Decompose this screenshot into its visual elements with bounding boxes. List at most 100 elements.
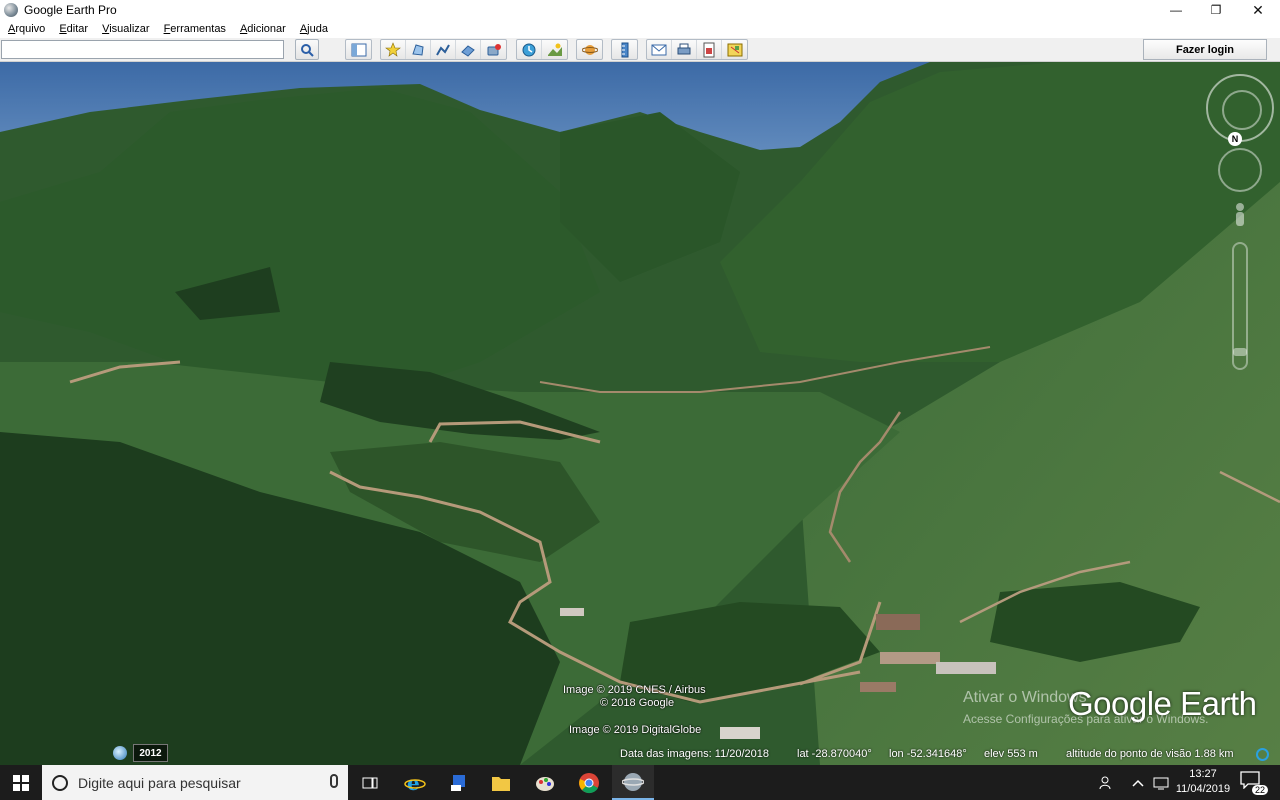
clock-date: 11/04/2019 bbox=[1175, 783, 1231, 795]
paint-taskbar-button[interactable] bbox=[524, 765, 566, 800]
task-view-button[interactable] bbox=[349, 765, 391, 800]
eye-altitude-readout: altitude do ponto de visão 1.88 km bbox=[1066, 748, 1234, 760]
svg-text:e: e bbox=[407, 772, 420, 794]
save-image-button[interactable] bbox=[697, 40, 722, 59]
latitude-readout: lat -28.870040° bbox=[797, 748, 872, 760]
image-date: Data das imagens: 11/20/2018 bbox=[620, 748, 770, 760]
view-in-maps-button[interactable] bbox=[722, 40, 747, 59]
history-icon bbox=[522, 43, 536, 56]
search-button[interactable] bbox=[295, 39, 319, 60]
save-image-icon bbox=[703, 42, 715, 57]
window-title: Google Earth Pro bbox=[24, 3, 117, 17]
add-placemark-button[interactable] bbox=[381, 40, 406, 59]
attribution-google: © 2018 Google bbox=[600, 697, 675, 709]
app-blue-icon bbox=[451, 774, 465, 791]
historical-imagery-button[interactable] bbox=[517, 40, 542, 59]
add-polygon-button[interactable] bbox=[406, 40, 431, 59]
internet-explorer-taskbar-button[interactable]: e bbox=[394, 765, 436, 800]
task-view-icon bbox=[362, 777, 378, 788]
zoom-slider-knob[interactable] bbox=[1233, 348, 1247, 356]
menu-arquivo[interactable]: Arquivo bbox=[0, 23, 51, 35]
title-bar: Google Earth Pro — ❐ ✕ bbox=[0, 0, 1280, 20]
app-taskbar-button[interactable] bbox=[438, 765, 480, 800]
notification-count-badge: 22 bbox=[1251, 785, 1268, 795]
switch-to-sky-button[interactable] bbox=[577, 40, 602, 59]
close-button[interactable]: ✕ bbox=[1238, 0, 1278, 20]
imagery-group bbox=[516, 39, 568, 60]
taskbar-search-placeholder: Digite aqui para pesquisar bbox=[78, 774, 241, 791]
image-overlay-icon bbox=[461, 44, 475, 57]
taskbar: Digite aqui para pesquisar e 13:27 11/04… bbox=[0, 765, 1280, 800]
file-explorer-taskbar-button[interactable] bbox=[480, 765, 522, 800]
print-icon bbox=[677, 43, 691, 54]
taskbar-search[interactable]: Digite aqui para pesquisar bbox=[42, 765, 348, 800]
placemark-icon bbox=[385, 41, 401, 57]
elevation-readout: elev 553 m bbox=[984, 748, 1038, 760]
add-image-overlay-button[interactable] bbox=[456, 40, 481, 59]
record-tour-button[interactable] bbox=[481, 40, 506, 59]
path-icon bbox=[436, 44, 450, 55]
ruler-group bbox=[611, 39, 638, 60]
clock-time: 13:27 bbox=[1189, 768, 1217, 780]
google-earth-icon bbox=[622, 772, 644, 791]
move-control[interactable] bbox=[1218, 148, 1262, 192]
terrain-view bbox=[0, 62, 1280, 765]
menu-editar[interactable]: Editar bbox=[51, 23, 94, 35]
menu-adicionar[interactable]: Adicionar bbox=[232, 23, 292, 35]
historical-clock-icon[interactable] bbox=[113, 746, 127, 760]
sidebar-icon bbox=[351, 43, 366, 56]
minimize-button[interactable]: — bbox=[1156, 0, 1196, 20]
planet-icon bbox=[581, 44, 598, 55]
folder-icon bbox=[492, 776, 510, 791]
login-button[interactable]: Fazer login bbox=[1143, 39, 1267, 60]
attribution-cnes: Image © 2019 CNES / Airbus bbox=[563, 684, 706, 696]
ruler-icon bbox=[621, 42, 628, 57]
polygon-icon bbox=[412, 43, 424, 56]
email-icon bbox=[651, 44, 667, 55]
street-view-pegman-icon[interactable] bbox=[1232, 202, 1248, 232]
google-earth-icon bbox=[4, 3, 18, 17]
internet-explorer-icon: e bbox=[404, 772, 426, 794]
show-hidden-icons-chevron-icon[interactable] bbox=[1128, 765, 1148, 800]
status-bar: Data das imagens: 11/20/2018 lat -28.870… bbox=[0, 745, 1280, 765]
imagery-year-badge[interactable]: 2012 bbox=[133, 744, 168, 762]
network-icon[interactable] bbox=[1150, 765, 1172, 800]
streaming-indicator-icon bbox=[1256, 748, 1269, 761]
look-control[interactable] bbox=[1206, 74, 1274, 142]
microphone-icon[interactable] bbox=[330, 774, 338, 788]
google-earth-taskbar-button[interactable] bbox=[612, 765, 654, 800]
add-path-button[interactable] bbox=[431, 40, 456, 59]
toolbar: Fazer login bbox=[0, 38, 1280, 62]
menu-bar: Arquivo Editar Visualizar Ferramentas Ad… bbox=[0, 20, 1280, 38]
search-input[interactable] bbox=[1, 40, 284, 59]
print-button[interactable] bbox=[672, 40, 697, 59]
system-clock[interactable]: 13:27 11/04/2019 bbox=[1172, 767, 1234, 797]
attribution-digitalglobe: Image © 2019 DigitalGlobe bbox=[569, 724, 702, 736]
ruler-button[interactable] bbox=[612, 40, 637, 59]
maps-icon bbox=[727, 43, 742, 56]
cortana-icon bbox=[52, 774, 68, 791]
menu-visualizar[interactable]: Visualizar bbox=[94, 23, 156, 35]
share-group bbox=[646, 39, 748, 60]
google-earth-logo: Google Earth bbox=[1068, 685, 1257, 722]
start-button[interactable] bbox=[0, 765, 42, 800]
sunlight-button[interactable] bbox=[542, 40, 567, 59]
sun-icon bbox=[547, 43, 562, 56]
email-button[interactable] bbox=[647, 40, 672, 59]
paint-palette-icon bbox=[536, 776, 554, 791]
maximize-button[interactable]: ❐ bbox=[1196, 0, 1236, 20]
action-center-button[interactable]: 22 bbox=[1240, 771, 1268, 795]
sky-group bbox=[576, 39, 603, 60]
menu-ferramentas[interactable]: Ferramentas bbox=[156, 23, 232, 35]
add-tools-group bbox=[380, 39, 507, 60]
sidebar-toggle-button[interactable] bbox=[346, 40, 371, 59]
longitude-readout: lon -52.341648° bbox=[889, 748, 967, 760]
sidebar-group bbox=[345, 39, 372, 60]
windows-logo-icon bbox=[13, 774, 29, 791]
chrome-taskbar-button[interactable] bbox=[568, 765, 610, 800]
menu-ajuda[interactable]: Ajuda bbox=[292, 23, 334, 35]
north-indicator[interactable]: N bbox=[1228, 132, 1242, 146]
earth-viewport[interactable]: N Image © 2019 CNES / Airbus © 2018 Goog… bbox=[0, 62, 1280, 765]
record-tour-icon bbox=[487, 43, 501, 55]
people-icon[interactable] bbox=[1094, 765, 1118, 800]
